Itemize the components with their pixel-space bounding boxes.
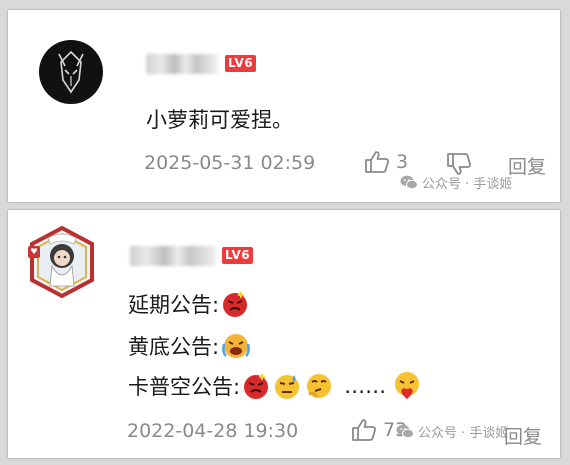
thumbs-up-icon <box>352 419 377 441</box>
wechat-icon <box>396 424 414 439</box>
dark-mask-avatar-icon <box>58 50 84 94</box>
comment-line-text: 延期公告: <box>128 293 220 317</box>
user-avatar[interactable] <box>22 224 102 300</box>
thumbs-up-icon <box>365 151 390 173</box>
username-blurred[interactable] <box>146 54 218 74</box>
reply-button[interactable]: 回复 <box>508 152 546 179</box>
comment-date: 2022-04-28 19:30 <box>127 420 299 442</box>
like-button[interactable]: 3 <box>364 150 408 174</box>
comment-line: 黄底公告: <box>128 330 251 362</box>
wechat-icon <box>400 175 418 190</box>
angry-red-face-emoji <box>223 292 248 317</box>
watermark-text: 公众号 · 手谈姬 <box>422 177 513 192</box>
angry-red-face-emoji <box>244 374 269 399</box>
comment-card: LV6 延期公告: 黄底公告: 卡普空公告: …… 2022-04-28 19:… <box>8 210 560 458</box>
crying-face-emoji <box>222 334 250 358</box>
like-count: 3 <box>396 151 409 173</box>
comment-line-text: 黄底公告: <box>128 335 220 359</box>
level-badge: LV6 <box>222 247 254 264</box>
username-blurred[interactable] <box>130 246 216 266</box>
watermark-text: 公众号 · 手谈姬 <box>418 426 509 441</box>
comment-date: 2025-05-31 02:59 <box>144 152 316 174</box>
watermark: 公众号 · 手谈姬 <box>400 173 512 192</box>
level-badge: LV6 <box>225 55 257 72</box>
comment-line: 卡普空公告: …… <box>128 370 422 402</box>
comment-card: LV6 小萝莉可爱捏。 2025-05-31 02:59 3 回复 公众号 · … <box>8 10 560 202</box>
watermark: 公众号 · 手谈姬 <box>396 422 508 441</box>
heart-hug-face-emoji <box>395 372 420 399</box>
sweating-face-emoji <box>275 375 300 399</box>
reply-button[interactable]: 回复 <box>504 422 542 449</box>
comment-line-text: 卡普空公告: <box>128 375 241 399</box>
thinking-face-emoji <box>307 374 332 398</box>
anime-girl-avatar-icon <box>28 225 94 299</box>
comment-line: 延期公告: <box>128 288 249 320</box>
comment-text: 小萝莉可爱捏。 <box>146 108 293 132</box>
user-avatar[interactable] <box>39 40 103 104</box>
ellipsis-text: …… <box>344 374 387 398</box>
